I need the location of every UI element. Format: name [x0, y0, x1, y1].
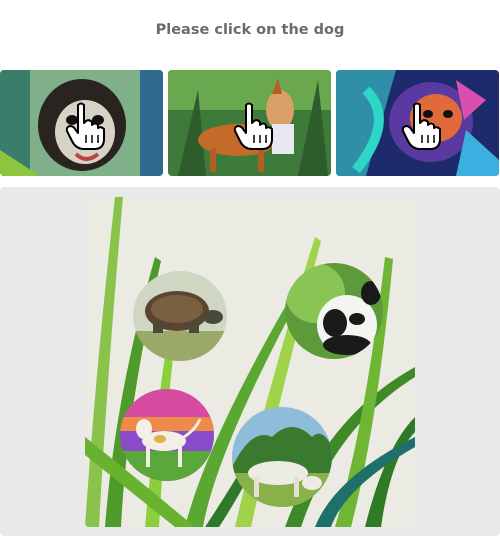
- hand-pointer-icon: [233, 102, 273, 150]
- hand-pointer-icon: [401, 102, 441, 150]
- hand-pointer-icon: [65, 102, 105, 150]
- instruction-text: Please click on the dog: [155, 22, 345, 38]
- example-image-2: [168, 70, 331, 176]
- challenge-canvas[interactable]: [85, 197, 415, 527]
- choice-cow[interactable]: [232, 407, 332, 507]
- choice-dog[interactable]: [120, 389, 214, 481]
- example-image-3: [336, 70, 499, 176]
- choice-panda[interactable]: [285, 263, 383, 359]
- example-image-1: [0, 70, 163, 176]
- choice-turtle[interactable]: [133, 271, 227, 361]
